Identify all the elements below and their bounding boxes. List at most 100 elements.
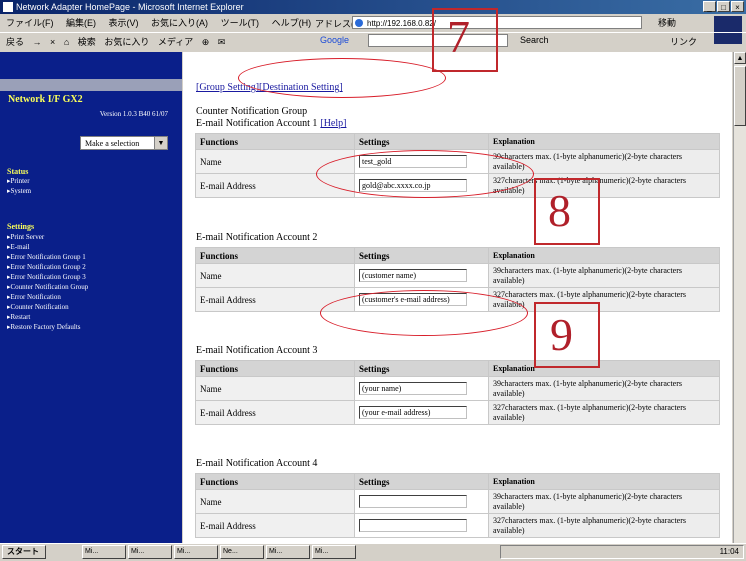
menu-file[interactable]: ファイル(F) bbox=[6, 18, 54, 28]
email-explanation: 327characters max. (1-byte alphanumeric)… bbox=[488, 400, 720, 425]
annotation-ellipse-breadcrumb bbox=[238, 58, 446, 98]
close-button[interactable]: × bbox=[731, 1, 744, 12]
header-settings: Settings bbox=[354, 360, 489, 377]
chevron-down-icon: ▼ bbox=[154, 137, 167, 149]
header-explanation: Explanation bbox=[488, 360, 720, 377]
header-settings: Settings bbox=[354, 473, 489, 490]
sidebar-item-system[interactable]: ▸System bbox=[7, 187, 31, 195]
label-name: Name bbox=[195, 376, 355, 401]
sidebar-item-counter-group[interactable]: ▸Counter Notification Group bbox=[7, 283, 88, 291]
sidebar-item-printer[interactable]: ▸Printer bbox=[7, 177, 30, 185]
annotation-number-7: 7 bbox=[447, 11, 470, 62]
mail-button[interactable]: ✉ bbox=[218, 37, 226, 47]
menu-favorites[interactable]: お気に入り(A) bbox=[151, 18, 208, 28]
header-functions: Functions bbox=[195, 473, 355, 490]
clock: 11:04 bbox=[719, 547, 739, 556]
header-functions: Functions bbox=[195, 360, 355, 377]
label-name: Name bbox=[195, 489, 355, 514]
account-4-table: Functions Settings Explanation Name 39chara… bbox=[195, 473, 720, 538]
home-button[interactable]: ⌂ bbox=[64, 37, 69, 47]
settings-heading: Settings bbox=[7, 222, 35, 231]
account-1-title: E-mail Notification Account 1 [Help] bbox=[196, 118, 347, 129]
menu-tools[interactable]: ツール(T) bbox=[221, 18, 260, 28]
account-3-title: E-mail Notification Account 3 bbox=[196, 345, 318, 356]
favorites-button[interactable]: お気に入り bbox=[104, 37, 149, 47]
sidebar-item-counter-notification[interactable]: ▸Counter Notification bbox=[7, 303, 69, 311]
header-explanation: Explanation bbox=[488, 247, 720, 264]
name-explanation: 39characters max. (1-byte alphanumeric)(… bbox=[488, 376, 720, 401]
start-button[interactable]: スタート bbox=[2, 545, 46, 559]
search-button[interactable]: 検索 bbox=[78, 37, 96, 47]
label-email: E-mail Address bbox=[195, 400, 355, 425]
account-3-table: Functions Settings Explanation Name (your n… bbox=[195, 360, 720, 425]
sidebar-item-error-group-1[interactable]: ▸Error Notification Group 1 bbox=[7, 253, 86, 261]
header-settings: Settings bbox=[354, 247, 489, 264]
help-link[interactable]: [Help] bbox=[320, 118, 346, 129]
taskbar-item[interactable]: Ne... bbox=[220, 545, 264, 559]
sidebar-item-error-notification[interactable]: ▸Error Notification bbox=[7, 293, 61, 301]
menu-help[interactable]: ヘルプ(H) bbox=[272, 18, 312, 28]
header-settings: Settings bbox=[354, 133, 489, 150]
address-value: http://192.168.0.82/ bbox=[367, 19, 436, 28]
media-button[interactable]: メディア bbox=[158, 37, 193, 47]
sidebar-band bbox=[0, 79, 182, 91]
forward-button[interactable]: → bbox=[33, 37, 42, 47]
name-explanation: 39characters max. (1-byte alphanumeric)(… bbox=[488, 489, 720, 514]
sidebar: Network I/F GX2 Version 1.0.3 B40 61/07 … bbox=[0, 52, 182, 543]
sidebar-item-print-server[interactable]: ▸Print Server bbox=[7, 233, 44, 241]
taskbar-item[interactable]: Mi... bbox=[82, 545, 126, 559]
taskbar-item[interactable]: Mi... bbox=[128, 545, 172, 559]
go-button[interactable]: 移動 bbox=[658, 16, 676, 29]
label-email: E-mail Address bbox=[195, 513, 355, 538]
account-3-email-input[interactable]: (your e-mail address) bbox=[359, 406, 467, 419]
taskbar-item[interactable]: Mi... bbox=[174, 545, 218, 559]
window-controls: _ □ × bbox=[703, 1, 744, 12]
email-explanation: 327characters max. (1-byte alphanumeric)… bbox=[488, 513, 720, 538]
header-explanation: Explanation bbox=[488, 473, 720, 490]
scroll-thumb[interactable] bbox=[734, 66, 746, 126]
taskbar-item[interactable]: Mi... bbox=[266, 545, 310, 559]
version-text: Version 1.0.3 B40 61/07 bbox=[99, 110, 168, 118]
annotation-ellipse-account2 bbox=[320, 290, 528, 336]
menu-view[interactable]: 表示(V) bbox=[109, 18, 139, 28]
taskbar-item[interactable]: Mi... bbox=[312, 545, 356, 559]
stop-button[interactable]: × bbox=[50, 37, 55, 47]
account-4-email-input[interactable] bbox=[359, 519, 467, 532]
label-name: Name bbox=[195, 263, 355, 288]
account-4-title: E-mail Notification Account 4 bbox=[196, 458, 318, 469]
google-search-button[interactable]: Search bbox=[520, 35, 549, 45]
links-button[interactable]: リンク bbox=[670, 35, 697, 48]
account-4-name-input[interactable] bbox=[359, 495, 467, 508]
menu-edit[interactable]: 編集(E) bbox=[66, 18, 96, 28]
sidebar-item-error-group-2[interactable]: ▸Error Notification Group 2 bbox=[7, 263, 86, 271]
account-2-title: E-mail Notification Account 2 bbox=[196, 232, 318, 243]
selection-dropdown-value: Make a selection bbox=[85, 139, 140, 148]
back-button[interactable]: 戻る bbox=[6, 37, 24, 47]
minimize-button[interactable]: _ bbox=[703, 1, 716, 12]
scroll-up-icon[interactable]: ▲ bbox=[734, 52, 746, 64]
product-name: Network I/F GX2 bbox=[8, 94, 83, 105]
annotation-number-8: 8 bbox=[548, 185, 571, 236]
header-functions: Functions bbox=[195, 247, 355, 264]
system-tray: 11:04 bbox=[500, 545, 744, 559]
sidebar-item-error-group-3[interactable]: ▸Error Notification Group 3 bbox=[7, 273, 86, 281]
name-explanation: 39characters max. (1-byte alphanumeric)(… bbox=[488, 263, 720, 288]
ie-app-icon bbox=[3, 2, 13, 12]
header-explanation: Explanation bbox=[488, 133, 720, 150]
selection-dropdown[interactable]: Make a selection ▼ bbox=[80, 136, 168, 150]
maximize-button[interactable]: □ bbox=[717, 1, 730, 12]
window-title: Network Adapter HomePage - Microsoft Int… bbox=[16, 2, 244, 12]
sidebar-item-email[interactable]: ▸E-mail bbox=[7, 243, 30, 251]
annotation-ellipse-account1 bbox=[316, 150, 534, 198]
window-titlebar: Network Adapter HomePage - Microsoft Int… bbox=[0, 0, 746, 14]
account-2-name-input[interactable]: (customer name) bbox=[359, 269, 467, 282]
history-button[interactable]: ⊕ bbox=[202, 37, 210, 47]
status-heading: Status bbox=[7, 167, 29, 176]
taskbar: スタート Mi... Mi... Mi... Ne... Mi... Mi...… bbox=[0, 543, 746, 561]
sidebar-item-restart[interactable]: ▸Restart bbox=[7, 313, 30, 321]
account-3-name-input[interactable]: (your name) bbox=[359, 382, 467, 395]
vertical-scrollbar[interactable]: ▲ bbox=[733, 52, 746, 543]
header-functions: Functions bbox=[195, 133, 355, 150]
google-toolbar-label: Google bbox=[320, 35, 350, 45]
sidebar-item-restore-defaults[interactable]: ▸Restore Factory Defaults bbox=[7, 323, 81, 331]
